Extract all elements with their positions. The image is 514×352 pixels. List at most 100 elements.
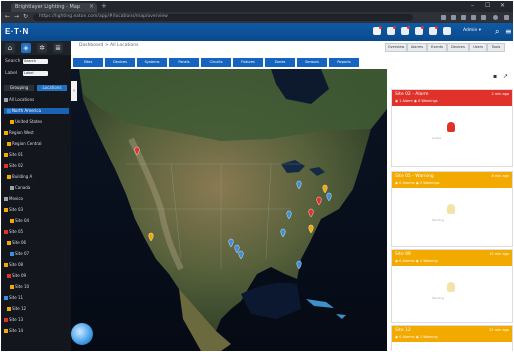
list-icon[interactable]: ≣: [53, 43, 63, 53]
tab-alarms[interactable]: Alarms: [407, 43, 427, 52]
tab-users[interactable]: Users: [469, 43, 487, 52]
filter-label: Label: [5, 71, 18, 76]
location-status-icon: [4, 263, 8, 267]
map-filter-button[interactable]: Systems: [137, 58, 167, 67]
globe-icon[interactable]: [71, 323, 93, 345]
location-status-icon: [10, 252, 14, 256]
alert-card-status: Pending: [432, 218, 444, 222]
lightbulb-icon: [447, 282, 455, 292]
map-filter-button[interactable]: Fixtures: [233, 58, 263, 67]
map-filter-button[interactable]: Circuits: [201, 58, 231, 67]
close-window-button[interactable]: ✕: [500, 2, 505, 9]
alarm-icon[interactable]: [373, 26, 382, 35]
extension-icon[interactable]: [461, 15, 466, 20]
locations-button[interactable]: Locations: [37, 85, 67, 91]
map-filter-button[interactable]: Devices: [105, 58, 135, 67]
tree-item[interactable]: Site 03: [4, 207, 23, 213]
tree-item[interactable]: Site 12: [4, 306, 26, 312]
alert-card-header: Site 12 22 min ago ◉ 0 Alarms ◉ 1 Warning: [392, 326, 512, 342]
map-filter-button[interactable]: Sensors: [297, 58, 327, 67]
grouping-button[interactable]: Grouping: [4, 85, 34, 91]
help-icon[interactable]: [443, 27, 451, 35]
map-filter-button[interactable]: Panels: [169, 58, 199, 67]
tree-item[interactable]: Mexico: [4, 196, 23, 202]
tab-overview[interactable]: Overview: [385, 43, 407, 52]
tree-item-label: Site 09: [12, 273, 27, 278]
event-icon[interactable]: [387, 26, 396, 35]
tree-item[interactable]: Site 05: [4, 229, 23, 235]
alert-card-title: Site 02 - Alarm: [395, 92, 429, 97]
alert-card[interactable]: Site 05 - Warning 8 min ago ◉ 0 Alarms ◉ 2…: [391, 171, 513, 247]
tree-item[interactable]: North America: [4, 108, 69, 114]
extension-icon[interactable]: [451, 15, 456, 20]
extension-icon[interactable]: [481, 15, 486, 20]
alert-card-counts: ◉ 0 Alarms ◉ 1 Warning: [395, 335, 438, 339]
map-filter-button[interactable]: Zones: [265, 58, 295, 67]
tree-item[interactable]: Site 06: [4, 240, 26, 246]
tree-item[interactable]: Region Central: [4, 141, 42, 147]
tab-devices[interactable]: Devices: [447, 43, 469, 52]
tree-item[interactable]: Site 08: [4, 262, 23, 268]
search-icon[interactable]: ⌕: [495, 27, 499, 37]
minimize-button[interactable]: –: [471, 2, 474, 9]
tree-item[interactable]: Region West: [4, 130, 34, 136]
alert-card-time: 8 min ago: [491, 174, 509, 178]
extension-icon[interactable]: [441, 15, 446, 20]
alert-card[interactable]: Site 12 22 min ago ◉ 0 Alarms ◉ 1 Warning: [391, 325, 513, 351]
tab-events[interactable]: Events: [427, 43, 447, 52]
tree-item[interactable]: Site 13: [4, 317, 23, 323]
back-arrow-icon[interactable]: ←: [5, 13, 10, 20]
device-icon[interactable]: [401, 26, 410, 35]
browser-menu-icon[interactable]: [504, 15, 509, 20]
filter-input[interactable]: Label: [23, 71, 48, 76]
tree-item[interactable]: Site 09: [4, 273, 26, 279]
tree-item[interactable]: Site 10: [4, 284, 29, 290]
print-icon[interactable]: ▪: [493, 73, 497, 80]
map-filter-button[interactable]: Reports: [329, 58, 359, 67]
close-tab-icon[interactable]: ×: [89, 3, 94, 10]
search-input[interactable]: Search: [23, 59, 48, 64]
collapse-panel-button[interactable]: ‹: [71, 81, 77, 101]
alert-card-title: Site 12: [395, 328, 411, 333]
location-status-icon: [4, 131, 8, 135]
url-input[interactable]: https://lighting.eaton.com/app/#/locatio…: [33, 14, 413, 21]
tree-item[interactable]: Canada: [4, 185, 30, 191]
hamburger-menu-icon[interactable]: ≡: [505, 27, 512, 36]
tab-tools[interactable]: Tools: [487, 43, 505, 52]
maximize-button[interactable]: ☐: [485, 2, 490, 9]
map-icon[interactable]: ◈: [21, 43, 31, 53]
forward-arrow-icon[interactable]: →: [14, 13, 19, 20]
tree-item[interactable]: Site 11: [4, 295, 23, 301]
lightbulb-icon: [447, 204, 455, 214]
location-status-icon: [4, 98, 8, 102]
alerts-panel: ▪ ↗ Site 02 - Alarm 2 min ago ◉ 1 Alarm ◉ …: [387, 69, 513, 351]
alert-card[interactable]: Site 09 15 min ago ◉ 0 Alarms ◉ 1 Warning P…: [391, 249, 513, 323]
settings-icon[interactable]: [429, 26, 438, 35]
alert-card-header: Site 05 - Warning 8 min ago ◉ 0 Alarms ◉ 2…: [392, 172, 512, 188]
home-icon[interactable]: ⌂: [5, 43, 15, 53]
alert-card[interactable]: Site 02 - Alarm 2 min ago ◉ 1 Alarm ◉ 0 Wa…: [391, 89, 513, 167]
expand-icon[interactable]: ↗: [503, 73, 508, 80]
tree-item[interactable]: United States: [4, 119, 42, 125]
extension-icon[interactable]: [471, 15, 476, 20]
user-menu[interactable]: Admin ▾: [463, 28, 481, 33]
tree-item[interactable]: Site 01: [4, 152, 23, 158]
report-icon[interactable]: [415, 26, 424, 35]
gear-icon[interactable]: ✲: [37, 43, 47, 53]
new-tab-button[interactable]: +: [101, 2, 107, 10]
tree-item-label: Site 11: [9, 295, 24, 300]
map-filter-button[interactable]: Sites: [73, 58, 103, 67]
satellite-map[interactable]: [71, 69, 387, 351]
browser-tab[interactable]: Brightlayer Lighting - Map ×: [11, 3, 97, 12]
profile-icon[interactable]: [493, 15, 498, 20]
tree-item[interactable]: Site 14: [4, 328, 23, 334]
map-imagery: [71, 69, 387, 351]
tree-item-label: Mexico: [9, 196, 23, 201]
reload-icon[interactable]: ↻: [23, 13, 28, 20]
tree-item[interactable]: All Locations: [4, 97, 34, 103]
tree-item[interactable]: Site 02: [4, 163, 23, 169]
tree-item[interactable]: Building A: [4, 174, 32, 180]
tree-item[interactable]: Site 04: [4, 218, 29, 224]
tree-item[interactable]: Site 07: [4, 251, 29, 257]
location-status-icon: [4, 329, 8, 333]
